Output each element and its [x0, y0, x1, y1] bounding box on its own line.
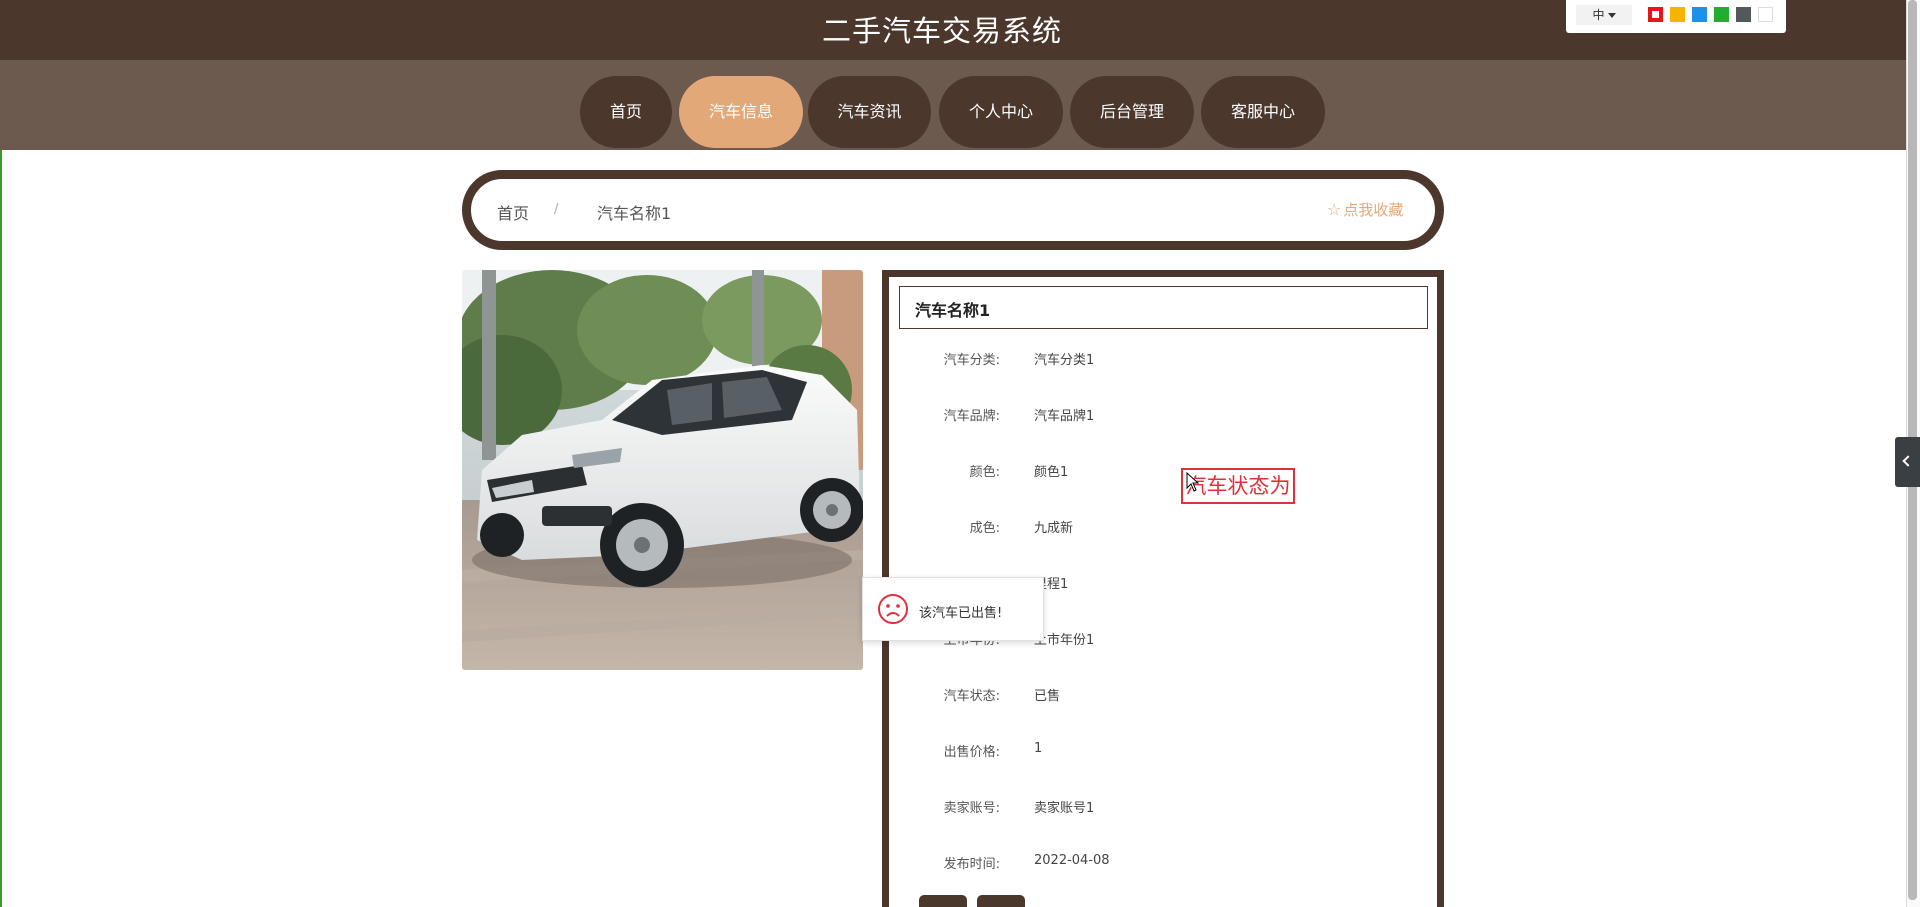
field-label-publish-time: 发布时间: [943, 857, 1000, 872]
language-selected: 中 [1592, 8, 1605, 22]
mouse-cursor-icon [1186, 472, 1200, 492]
breadcrumb-separator: / [554, 202, 559, 217]
car-photo [462, 270, 863, 670]
nav-admin[interactable]: 后台管理 [1070, 76, 1194, 148]
action-button-2[interactable] [977, 895, 1025, 907]
nav-car-news[interactable]: 汽车资讯 [808, 76, 931, 148]
chevron-down-icon [1607, 13, 1616, 18]
field-label-color: 颜色: [969, 465, 1000, 480]
field-label-status: 汽车状态: [943, 689, 1000, 704]
theme-swatch-yellow[interactable] [1670, 7, 1685, 22]
field-value-seller: 卖家账号1 [1034, 801, 1095, 816]
field-value-status: 已售 [1034, 689, 1061, 704]
favorite-label: 点我收藏 [1343, 201, 1404, 219]
field-value-brand: 汽车品牌1 [1034, 409, 1095, 424]
star-outline-icon: ☆ [1327, 200, 1342, 219]
sad-face-icon [878, 594, 908, 624]
field-label-brand: 汽车品牌: [943, 409, 1000, 424]
sold-toast: 该汽车已出售! [862, 577, 1044, 641]
field-label-seller: 卖家账号: [943, 801, 1000, 816]
field-label-condition: 成色: [969, 521, 1000, 536]
theme-swatch-red[interactable] [1648, 7, 1663, 22]
language-select[interactable]: 中 [1576, 5, 1632, 25]
field-label-price: 出售价格: [943, 745, 1000, 760]
car-name: 汽车名称1 [915, 301, 991, 320]
favorite-button[interactable]: ☆ 点我收藏 [1327, 199, 1403, 220]
field-label-category: 汽车分类: [943, 353, 1000, 368]
nav-service-center[interactable]: 客服中心 [1201, 76, 1325, 148]
theme-swatch-gray[interactable] [1736, 7, 1751, 22]
left-edge-line [0, 150, 2, 907]
nav-car-info[interactable]: 汽车信息 [679, 76, 803, 148]
theme-swatch-blue[interactable] [1692, 7, 1707, 22]
field-value-price: 1 [1034, 741, 1043, 756]
field-value-publish-time: 2022-04-08 [1034, 853, 1110, 868]
nav-personal-center[interactable]: 个人中心 [939, 76, 1063, 148]
breadcrumb-home[interactable]: 首页 [497, 200, 529, 224]
field-value-category: 汽车分类1 [1034, 353, 1095, 368]
field-value-color: 颜色1 [1034, 465, 1069, 480]
theme-swatch-green[interactable] [1714, 7, 1729, 22]
nav-home[interactable]: 首页 [580, 76, 672, 148]
theme-language-panel: 中 [1566, 0, 1786, 33]
toast-message: 该汽车已出售! [919, 606, 1003, 621]
action-button-1[interactable] [919, 895, 967, 907]
breadcrumb-current: 汽车名称1 [597, 204, 672, 223]
theme-swatch-white[interactable] [1758, 7, 1773, 22]
field-value-condition: 九成新 [1034, 521, 1074, 536]
